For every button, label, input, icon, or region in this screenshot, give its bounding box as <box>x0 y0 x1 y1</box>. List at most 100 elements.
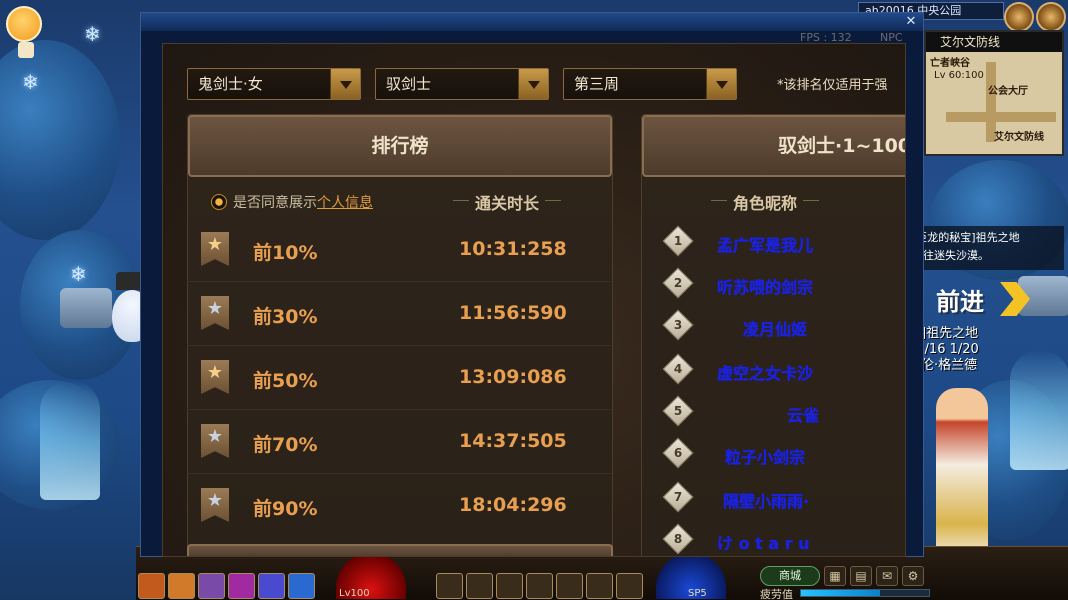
tier-label: 前70% <box>253 434 318 456</box>
star-icon: ★ <box>206 234 224 255</box>
rank-row[interactable]: 4 虚空之女卡沙 <box>662 352 905 394</box>
light-pillar <box>40 380 100 500</box>
snowflake-icon: ❄ <box>70 262 87 286</box>
skill-slot[interactable] <box>496 573 523 599</box>
close-icon[interactable]: ✕ <box>903 14 919 30</box>
skill-slot[interactable] <box>466 573 493 599</box>
rank-row[interactable]: 2 听苏喂的剑宗 <box>662 266 905 308</box>
rank-name: 隔壁小雨雨· <box>723 492 810 511</box>
tier-row: ★ 前10% 10:31:258 <box>187 218 611 282</box>
rank-name: 孟广军是我儿 <box>717 236 814 255</box>
rank-name: 云雀 <box>787 406 820 425</box>
chevron-down-icon[interactable] <box>330 69 360 99</box>
menu-orb-icon[interactable] <box>1004 2 1034 32</box>
npc-character[interactable] <box>936 388 988 558</box>
map-node: 艾尔文防线 <box>994 132 1044 143</box>
minimap[interactable]: 艾尔文防线 亡者峡谷 Lv 60:100 公会大厅 艾尔文防线 <box>924 30 1064 156</box>
next-page-tab[interactable] <box>187 544 613 556</box>
week-dropdown[interactable]: 第三周 <box>563 68 737 100</box>
chevron-down-icon[interactable] <box>706 69 736 99</box>
rank-row[interactable]: 6 粒子小剑宗 <box>662 436 905 478</box>
chevron-down-icon[interactable] <box>518 69 548 99</box>
skill-slot[interactable] <box>436 573 463 599</box>
name-column-header: 角色昵称 <box>710 190 820 214</box>
fatigue-fill <box>801 590 881 596</box>
rank-name: 粒子小剑宗 <box>725 448 806 467</box>
mascot-icon[interactable] <box>6 6 42 58</box>
event-line: 宝]祖先之地 <box>908 326 979 341</box>
ranking-panel: 鬼剑士·女 驭剑士 第三周 *该排名仅适用于强 排行榜 驭剑士·1~100 是否… <box>162 43 906 557</box>
map-node: Lv 60:100 <box>934 70 984 81</box>
window-titlebar[interactable]: ✕ <box>141 13 923 31</box>
tier-time: 14:37:505 <box>459 430 567 452</box>
board-title: 驭剑士·1~100 <box>778 135 906 157</box>
rank-row[interactable]: 1 孟广军是我儿 <box>662 224 905 266</box>
event-line: 文伦·格兰德 <box>908 358 978 373</box>
rank-number: 6 <box>673 446 683 460</box>
personal-info-link[interactable]: 个人信息 <box>317 195 373 211</box>
quest-tracker[interactable]: [巨龙的秘宝]祖先之地 前往迷失沙漠。 <box>908 226 1064 270</box>
skill-slot[interactable] <box>258 573 285 599</box>
sp-label: SP5 <box>688 588 707 599</box>
level-label: Lv100 <box>339 588 370 599</box>
tier-row: ★ 前70% 14:37:505 <box>187 410 611 474</box>
snow-tree <box>0 40 120 240</box>
tier-label: 前10% <box>253 242 318 264</box>
skill-slot[interactable] <box>138 573 165 599</box>
star-icon: ★ <box>206 362 224 383</box>
rank-number: 8 <box>673 532 683 546</box>
consent-radio[interactable] <box>211 194 227 210</box>
tier-badge: ★ <box>201 424 229 458</box>
rank-number: 4 <box>673 362 683 376</box>
tier-row: ★ 前50% 13:09:086 <box>187 346 611 410</box>
tier-badge: ★ <box>201 232 229 266</box>
map-node: 亡者峡谷 <box>930 58 970 69</box>
snowflake-icon: ❄ <box>22 70 39 94</box>
chat-icon[interactable]: ✉ <box>876 566 898 586</box>
event-line: 12/16 1/20 <box>908 342 979 357</box>
quest-objective: 前往迷失沙漠。 <box>912 249 989 262</box>
fatigue-label: 疲劳值 <box>760 588 793 600</box>
tier-time: 13:09:086 <box>459 366 567 388</box>
city-button[interactable]: 商城 <box>760 566 820 586</box>
rank-name: 虚空之女卡沙 <box>717 364 814 383</box>
tier-label: 前90% <box>253 498 318 520</box>
rank-number: 2 <box>673 276 683 290</box>
week-dropdown-value: 第三周 <box>574 75 620 93</box>
event-orb-icon[interactable] <box>1036 2 1066 32</box>
rank-number: 1 <box>673 234 683 248</box>
map-node: 公会大厅 <box>988 86 1028 97</box>
rank-row[interactable]: 7 隔壁小雨雨· <box>662 480 905 522</box>
star-icon: ★ <box>206 490 224 511</box>
board-title: 排行榜 <box>371 135 429 157</box>
skill-slot[interactable] <box>526 573 553 599</box>
grid-menu-icon[interactable]: ▦ <box>824 566 846 586</box>
skill-slot[interactable] <box>228 573 255 599</box>
tier-label: 前50% <box>253 370 318 392</box>
skill-slot[interactable] <box>556 573 583 599</box>
tier-time: 10:31:258 <box>459 238 567 260</box>
settings-icon[interactable]: ⚙ <box>902 566 924 586</box>
rank-row[interactable]: 5 云雀 <box>662 394 905 436</box>
rank-row[interactable]: 8 け o t a r u <box>662 522 905 556</box>
rank-name: 凌月仙姬 <box>743 320 808 339</box>
rank-row[interactable]: 3 凌月仙姬 <box>662 308 905 350</box>
tier-label: 前30% <box>253 306 318 328</box>
character-dropdown[interactable]: 鬼剑士·女 <box>187 68 361 100</box>
skill-slot[interactable] <box>586 573 613 599</box>
class-dropdown[interactable]: 驭剑士 <box>375 68 549 100</box>
star-icon: ★ <box>206 298 224 319</box>
snowflake-icon: ❄ <box>84 22 101 46</box>
skill-slot[interactable] <box>288 573 315 599</box>
skill-slot[interactable] <box>616 573 643 599</box>
consent-text: 是否同意展示 <box>233 195 317 211</box>
skill-slot[interactable] <box>198 573 225 599</box>
character-dropdown-value: 鬼剑士·女 <box>198 75 263 93</box>
skill-slot[interactable] <box>168 573 195 599</box>
tier-badge: ★ <box>201 296 229 330</box>
map-road <box>946 112 1056 122</box>
bag-icon[interactable]: ▤ <box>850 566 872 586</box>
class-dropdown-value: 驭剑士 <box>386 75 432 93</box>
quest-title: [巨龙的秘宝]祖先之地 <box>912 231 1020 244</box>
tier-time: 18:04:296 <box>459 494 567 516</box>
